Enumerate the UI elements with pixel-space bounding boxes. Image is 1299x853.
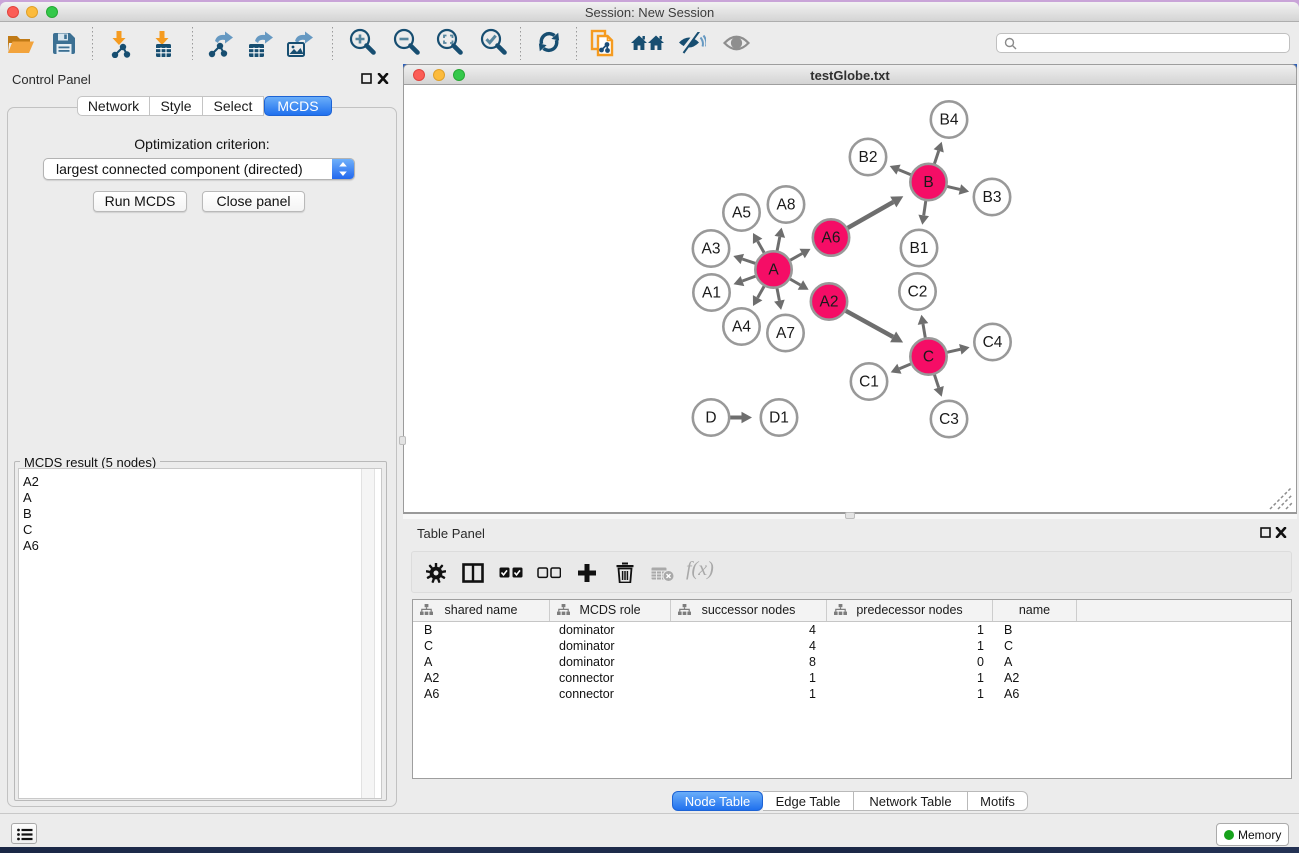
svg-text:B3: B3	[983, 189, 1002, 206]
svg-text:A6: A6	[822, 230, 841, 247]
svg-text:B: B	[923, 174, 933, 191]
svg-text:A7: A7	[776, 325, 795, 342]
svg-text:A5: A5	[732, 205, 751, 222]
svg-text:C4: C4	[983, 334, 1003, 351]
svg-text:C: C	[923, 349, 934, 366]
svg-text:C3: C3	[939, 411, 959, 428]
svg-text:D1: D1	[769, 410, 789, 427]
svg-text:A2: A2	[820, 294, 839, 311]
svg-text:A3: A3	[702, 241, 721, 258]
svg-text:C2: C2	[908, 284, 928, 301]
svg-text:A8: A8	[777, 197, 796, 214]
svg-text:A: A	[768, 262, 779, 279]
svg-text:B4: B4	[940, 112, 959, 129]
svg-text:B1: B1	[910, 240, 929, 257]
svg-text:D: D	[705, 410, 716, 427]
svg-text:A4: A4	[732, 319, 751, 336]
svg-text:A1: A1	[702, 285, 721, 302]
svg-text:B2: B2	[859, 149, 878, 166]
svg-text:C1: C1	[859, 374, 879, 391]
